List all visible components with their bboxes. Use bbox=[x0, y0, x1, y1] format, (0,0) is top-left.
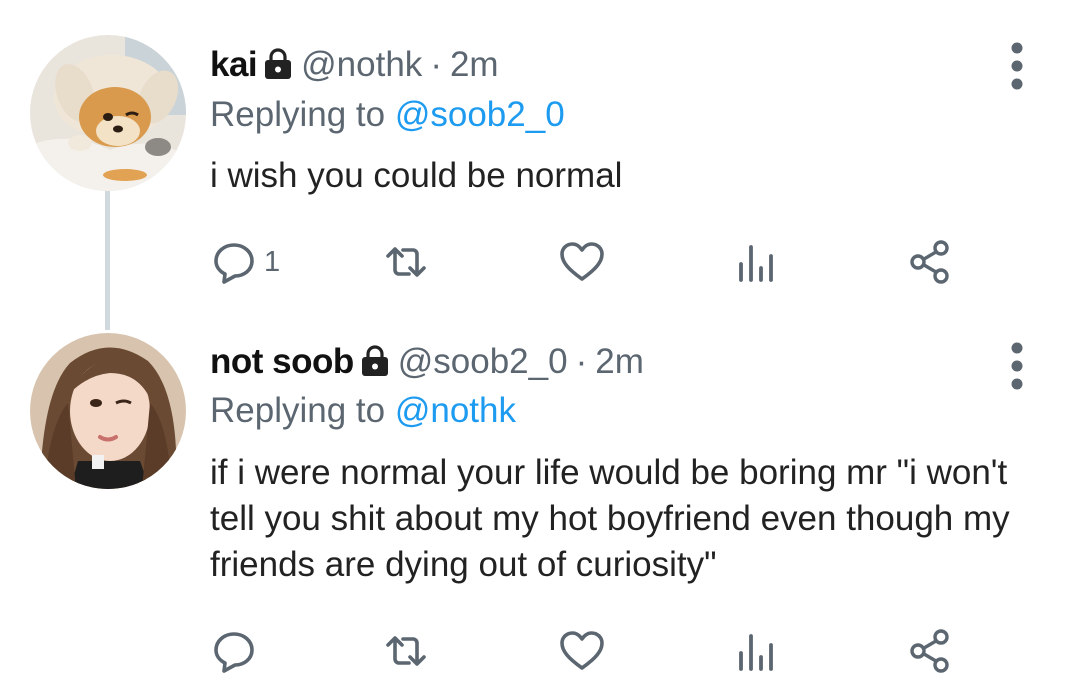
avatar[interactable] bbox=[30, 35, 186, 191]
share-button[interactable] bbox=[906, 626, 954, 676]
like-button[interactable] bbox=[558, 237, 606, 287]
views-button[interactable] bbox=[732, 237, 780, 287]
tweet[interactable]: not soob @soob2_0 · 2m Replying to @nothk i… bbox=[0, 330, 1080, 690]
more-vertical-icon bbox=[1011, 42, 1023, 90]
timestamp[interactable]: 2m bbox=[595, 342, 644, 381]
user-handle[interactable]: @nothk bbox=[301, 45, 422, 84]
more-options-button[interactable] bbox=[1002, 340, 1032, 392]
views-chart-icon bbox=[739, 634, 773, 671]
reply-icon bbox=[214, 243, 254, 284]
display-name[interactable]: not soob bbox=[210, 342, 354, 381]
views-chart-icon bbox=[739, 245, 773, 282]
share-button[interactable] bbox=[906, 237, 954, 287]
views-button[interactable] bbox=[732, 626, 780, 676]
lock-icon bbox=[360, 345, 390, 377]
share-icon bbox=[910, 629, 949, 673]
retweet-button[interactable] bbox=[382, 237, 430, 287]
avatar[interactable] bbox=[30, 333, 186, 489]
reply-button[interactable]: 1 bbox=[210, 237, 280, 287]
reply-count: 1 bbox=[264, 245, 281, 278]
retweet-icon bbox=[386, 247, 426, 277]
tweet-actions: 1 bbox=[210, 237, 970, 287]
tweet-header: kai @nothk · 2m bbox=[210, 45, 499, 85]
retweet-button[interactable] bbox=[382, 626, 430, 676]
avatar-person-image bbox=[30, 333, 186, 489]
separator-dot: · bbox=[430, 45, 442, 84]
heart-icon bbox=[560, 242, 604, 281]
tweet-actions bbox=[210, 626, 970, 676]
share-icon bbox=[910, 240, 949, 284]
more-options-button[interactable] bbox=[1002, 40, 1032, 92]
replying-to-label: Replying to bbox=[210, 391, 386, 430]
reply-icon bbox=[214, 632, 254, 673]
display-name[interactable]: kai bbox=[210, 45, 258, 84]
replying-to-label: Replying to bbox=[210, 95, 386, 134]
tweet-header: not soob @soob2_0 · 2m bbox=[210, 342, 644, 382]
avatar-dog-image bbox=[30, 35, 186, 191]
tweet[interactable]: kai @nothk · 2m Replying to @soob2_0 i wish… bbox=[0, 0, 1080, 330]
replying-to-mention[interactable]: @soob2_0 bbox=[395, 95, 565, 134]
replying-to: Replying to @soob2_0 bbox=[210, 95, 565, 135]
lock-icon bbox=[263, 48, 293, 80]
user-handle[interactable]: @soob2_0 bbox=[398, 342, 568, 381]
heart-icon bbox=[560, 631, 604, 670]
reply-button[interactable] bbox=[210, 626, 264, 676]
like-button[interactable] bbox=[558, 626, 606, 676]
tweet-text: if i were normal your life would be bori… bbox=[210, 453, 1010, 584]
replying-to-mention[interactable]: @nothk bbox=[395, 391, 516, 430]
more-vertical-icon bbox=[1011, 342, 1023, 390]
timestamp[interactable]: 2m bbox=[450, 45, 499, 84]
separator-dot: · bbox=[575, 342, 588, 381]
tweet-text: i wish you could be normal bbox=[210, 156, 623, 195]
retweet-icon bbox=[386, 636, 426, 666]
replying-to: Replying to @nothk bbox=[210, 391, 516, 431]
